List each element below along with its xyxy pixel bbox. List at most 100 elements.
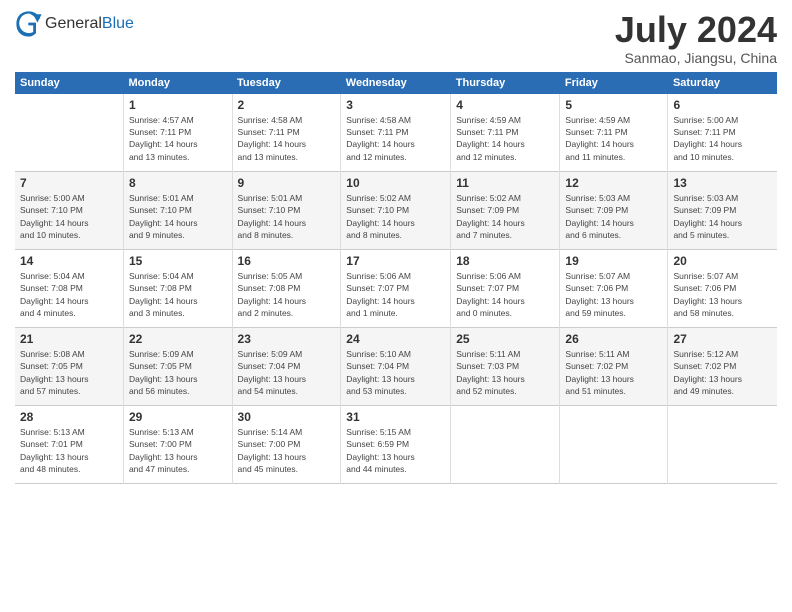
- day-number: 6: [673, 98, 772, 112]
- day-cell: 15Sunrise: 5:04 AM Sunset: 7:08 PM Dayli…: [123, 250, 232, 328]
- day-cell: [451, 406, 560, 484]
- col-header-tuesday: Tuesday: [232, 72, 341, 94]
- day-info: Sunrise: 4:58 AM Sunset: 7:11 PM Dayligh…: [238, 114, 336, 163]
- day-number: 7: [20, 176, 118, 190]
- title-block: July 2024 Sanmao, Jiangsu, China: [615, 10, 777, 66]
- day-cell: [15, 94, 123, 172]
- day-cell: 11 Sunrise: 5:02 AM Sunset: 7:09 PM Dayli…: [451, 172, 560, 250]
- day-number: 9: [238, 176, 336, 190]
- calendar-table: SundayMondayTuesdayWednesdayThursdayFrid…: [15, 72, 777, 485]
- day-info: Sunrise: 5:11 AM Sunset: 7:03 PM Dayligh…: [456, 348, 554, 397]
- day-cell: 30Sunrise: 5:14 AM Sunset: 7:00 PM Dayli…: [232, 406, 341, 484]
- day-info: Sunrise: 5:12 AM Sunset: 7:02 PM Dayligh…: [673, 348, 772, 397]
- col-header-saturday: Saturday: [668, 72, 777, 94]
- day-info: Sunrise: 5:15 AM Sunset: 6:59 PM Dayligh…: [346, 426, 445, 475]
- day-number: 28: [20, 410, 118, 424]
- day-info: Sunrise: 5:07 AM Sunset: 7:06 PM Dayligh…: [565, 270, 662, 319]
- day-cell: 22Sunrise: 5:09 AM Sunset: 7:05 PM Dayli…: [123, 328, 232, 406]
- week-row-3: 14 Sunrise: 5:04 AM Sunset: 7:08 PM Dayli…: [15, 250, 777, 328]
- day-info: Sunrise: 5:05 AM Sunset: 7:08 PM Dayligh…: [238, 270, 336, 319]
- day-info: Sunrise: 5:04 AM Sunset: 7:08 PM Dayligh…: [129, 270, 227, 319]
- day-cell: 25 Sunrise: 5:11 AM Sunset: 7:03 PM Dayli…: [451, 328, 560, 406]
- day-number: 12: [565, 176, 662, 190]
- week-row-4: 21 Sunrise: 5:08 AM Sunset: 7:05 PM Dayli…: [15, 328, 777, 406]
- day-cell: 8 Sunrise: 5:01 AM Sunset: 7:10 PM Daylig…: [123, 172, 232, 250]
- day-number: 29: [129, 410, 227, 424]
- day-cell: 31 Sunrise: 5:15 AM Sunset: 6:59 PM Dayli…: [341, 406, 451, 484]
- day-number: 11: [456, 176, 554, 190]
- day-number: 31: [346, 410, 445, 424]
- day-info: Sunrise: 4:59 AM Sunset: 7:11 PM Dayligh…: [456, 114, 554, 163]
- day-info: Sunrise: 5:08 AM Sunset: 7:05 PM Dayligh…: [20, 348, 118, 397]
- day-cell: 14 Sunrise: 5:04 AM Sunset: 7:08 PM Dayli…: [15, 250, 123, 328]
- day-number: 8: [129, 176, 227, 190]
- col-header-friday: Friday: [560, 72, 668, 94]
- day-info: Sunrise: 5:13 AM Sunset: 7:00 PM Dayligh…: [129, 426, 227, 475]
- day-cell: 13 Sunrise: 5:03 AM Sunset: 7:09 PM Dayli…: [668, 172, 777, 250]
- day-info: Sunrise: 4:58 AM Sunset: 7:11 PM Dayligh…: [346, 114, 445, 163]
- logo-text: GeneralBlue: [45, 15, 134, 33]
- day-number: 30: [238, 410, 336, 424]
- day-info: Sunrise: 5:01 AM Sunset: 7:10 PM Dayligh…: [238, 192, 336, 241]
- day-cell: 5 Sunrise: 4:59 AM Sunset: 7:11 PM Daylig…: [560, 94, 668, 172]
- week-row-5: 28Sunrise: 5:13 AM Sunset: 7:01 PM Dayli…: [15, 406, 777, 484]
- day-info: Sunrise: 5:07 AM Sunset: 7:06 PM Dayligh…: [673, 270, 772, 319]
- day-number: 24: [346, 332, 445, 346]
- day-cell: 18 Sunrise: 5:06 AM Sunset: 7:07 PM Dayli…: [451, 250, 560, 328]
- day-number: 26: [565, 332, 662, 346]
- day-info: Sunrise: 5:02 AM Sunset: 7:10 PM Dayligh…: [346, 192, 445, 241]
- day-cell: 1Sunrise: 4:57 AM Sunset: 7:11 PM Daylig…: [123, 94, 232, 172]
- day-number: 5: [565, 98, 662, 112]
- day-info: Sunrise: 5:06 AM Sunset: 7:07 PM Dayligh…: [346, 270, 445, 319]
- day-info: Sunrise: 5:02 AM Sunset: 7:09 PM Dayligh…: [456, 192, 554, 241]
- day-number: 18: [456, 254, 554, 268]
- day-number: 25: [456, 332, 554, 346]
- day-info: Sunrise: 5:01 AM Sunset: 7:10 PM Dayligh…: [129, 192, 227, 241]
- day-cell: 26Sunrise: 5:11 AM Sunset: 7:02 PM Dayli…: [560, 328, 668, 406]
- day-cell: 19 Sunrise: 5:07 AM Sunset: 7:06 PM Dayli…: [560, 250, 668, 328]
- col-header-monday: Monday: [123, 72, 232, 94]
- logo-icon: [15, 10, 43, 38]
- day-number: 27: [673, 332, 772, 346]
- day-info: Sunrise: 5:10 AM Sunset: 7:04 PM Dayligh…: [346, 348, 445, 397]
- day-cell: 20Sunrise: 5:07 AM Sunset: 7:06 PM Dayli…: [668, 250, 777, 328]
- day-number: 3: [346, 98, 445, 112]
- day-info: Sunrise: 4:57 AM Sunset: 7:11 PM Dayligh…: [129, 114, 227, 163]
- day-info: Sunrise: 5:03 AM Sunset: 7:09 PM Dayligh…: [565, 192, 662, 241]
- day-cell: 12 Sunrise: 5:03 AM Sunset: 7:09 PM Dayli…: [560, 172, 668, 250]
- header-row: SundayMondayTuesdayWednesdayThursdayFrid…: [15, 72, 777, 94]
- month-title: July 2024: [615, 10, 777, 50]
- day-cell: 21 Sunrise: 5:08 AM Sunset: 7:05 PM Dayli…: [15, 328, 123, 406]
- day-cell: 24 Sunrise: 5:10 AM Sunset: 7:04 PM Dayli…: [341, 328, 451, 406]
- day-info: Sunrise: 5:04 AM Sunset: 7:08 PM Dayligh…: [20, 270, 118, 319]
- day-number: 17: [346, 254, 445, 268]
- day-cell: 29 Sunrise: 5:13 AM Sunset: 7:00 PM Dayli…: [123, 406, 232, 484]
- day-info: Sunrise: 5:00 AM Sunset: 7:11 PM Dayligh…: [673, 114, 772, 163]
- day-cell: 6 Sunrise: 5:00 AM Sunset: 7:11 PM Daylig…: [668, 94, 777, 172]
- day-number: 21: [20, 332, 118, 346]
- day-number: 4: [456, 98, 554, 112]
- day-info: Sunrise: 5:00 AM Sunset: 7:10 PM Dayligh…: [20, 192, 118, 241]
- day-info: Sunrise: 5:03 AM Sunset: 7:09 PM Dayligh…: [673, 192, 772, 241]
- day-cell: 17 Sunrise: 5:06 AM Sunset: 7:07 PM Dayli…: [341, 250, 451, 328]
- day-cell: 10Sunrise: 5:02 AM Sunset: 7:10 PM Dayli…: [341, 172, 451, 250]
- day-cell: [560, 406, 668, 484]
- day-info: Sunrise: 4:59 AM Sunset: 7:11 PM Dayligh…: [565, 114, 662, 163]
- day-info: Sunrise: 5:06 AM Sunset: 7:07 PM Dayligh…: [456, 270, 554, 319]
- day-cell: 3 Sunrise: 4:58 AM Sunset: 7:11 PM Daylig…: [341, 94, 451, 172]
- day-number: 23: [238, 332, 336, 346]
- day-cell: 2Sunrise: 4:58 AM Sunset: 7:11 PM Daylig…: [232, 94, 341, 172]
- logo: GeneralBlue: [15, 10, 134, 38]
- day-number: 16: [238, 254, 336, 268]
- week-row-2: 7 Sunrise: 5:00 AM Sunset: 7:10 PM Daylig…: [15, 172, 777, 250]
- header: GeneralBlue July 2024 Sanmao, Jiangsu, C…: [15, 10, 777, 66]
- col-header-sunday: Sunday: [15, 72, 123, 94]
- day-cell: 16 Sunrise: 5:05 AM Sunset: 7:08 PM Dayli…: [232, 250, 341, 328]
- day-number: 22: [129, 332, 227, 346]
- day-cell: 23Sunrise: 5:09 AM Sunset: 7:04 PM Dayli…: [232, 328, 341, 406]
- week-row-1: 1Sunrise: 4:57 AM Sunset: 7:11 PM Daylig…: [15, 94, 777, 172]
- day-number: 14: [20, 254, 118, 268]
- day-number: 13: [673, 176, 772, 190]
- day-number: 19: [565, 254, 662, 268]
- day-cell: 9 Sunrise: 5:01 AM Sunset: 7:10 PM Daylig…: [232, 172, 341, 250]
